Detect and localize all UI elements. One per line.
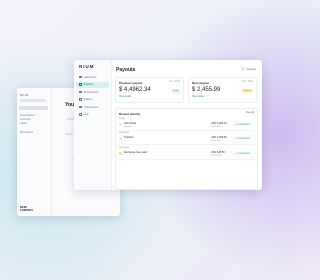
background-sidebar: NIUM Transactions Accounts Cards More It… (17, 88, 52, 216)
user-menu[interactable]: Account (240, 67, 256, 71)
grid-icon (79, 75, 82, 79)
activity-title: Recent activity (119, 112, 141, 116)
card-date: Jul 1, 2022 (168, 81, 180, 83)
sidebar-item-wallets[interactable]: Wallets (76, 97, 109, 103)
row-date: 06/24/2022 (211, 154, 222, 157)
sidebar-item-label: Payouts (83, 83, 93, 86)
row-status: ● Completed (236, 137, 250, 140)
next-payout-card: Next payout Jul 5, 2022 $ 2,455.99 Pendi… (188, 77, 257, 103)
activity-row[interactable]: Exchange fees paid USD 128.50 06/24/2022… (119, 150, 254, 160)
row-status: ● Completed (236, 123, 250, 126)
page-title: Payouts (116, 67, 136, 73)
sidebar-item-label: Beneficiaries (83, 90, 99, 94)
background-search-bar (20, 99, 46, 102)
card-title: Next payout (192, 81, 210, 85)
sidebar-item-label: Dashboard (83, 75, 97, 79)
background-selected-item (19, 106, 48, 110)
recent-activity-panel: Recent activity View all Today ACH Debit… (115, 108, 258, 190)
sidebar-nav: Dashboard Payouts Beneficiaries Wallets … (74, 74, 111, 119)
transaction-icon (119, 137, 122, 140)
sidebar-item-label: Wallets (83, 98, 93, 101)
wallet-icon (79, 98, 82, 101)
sidebar-item-transactions[interactable]: Transactions (76, 104, 109, 110)
background-nav-item: Accounts (20, 118, 31, 121)
nium-logo: NIUM (79, 64, 95, 69)
fee-icon (119, 152, 122, 155)
users-icon (79, 90, 82, 94)
status-badge: Paid (171, 89, 180, 93)
row-date: 06/30/2022 (211, 139, 222, 142)
row-name: Transfer (124, 136, 134, 139)
card-amount: $ 4,4962.34 (119, 87, 151, 93)
help-icon (79, 113, 82, 116)
card-amount: $ 2,455.99 (192, 87, 221, 93)
payouts-app-window: NIUM Dashboard Payouts Beneficiaries Wal… (74, 60, 262, 190)
row-name: Exchange fees paid (124, 151, 147, 154)
group-label: Last week (119, 147, 130, 149)
list-icon (79, 105, 82, 109)
activity-row[interactable]: Transfer USD 2,455.99 06/30/2022 ● Compl… (119, 135, 254, 145)
sidebar-item-label: Help (83, 113, 89, 116)
avatar (240, 67, 245, 71)
send-icon (79, 83, 82, 86)
sidebar-item-dashboard[interactable]: Dashboard (76, 74, 109, 80)
user-name: Account (246, 67, 256, 71)
card-title: Previous payout (119, 81, 143, 85)
sidebar-item-label: Transactions (83, 105, 99, 109)
row-subtitle: Pay-out (124, 125, 132, 128)
background-nav-item: Cards (20, 122, 27, 125)
background-placeholder (65, 133, 73, 135)
previous-payout-card: Previous payout Jul 1, 2022 $ 4,4962.34 … (115, 77, 184, 103)
view-all-link[interactable]: View all (246, 112, 254, 114)
transaction-icon (119, 123, 122, 126)
row-date: 07/01/2022 (211, 125, 222, 128)
background-footer-line: COMPANY (20, 209, 34, 212)
group-label: Today (119, 118, 126, 120)
view-details-link[interactable]: View details (192, 96, 204, 98)
main-content: Payouts Account Previous payout Jul 1, 2… (111, 60, 262, 190)
background-nav-item: Transactions (20, 114, 35, 117)
view-details-link[interactable]: View details (119, 96, 131, 98)
status-badge: Pending (240, 89, 253, 93)
sidebar-item-beneficiaries[interactable]: Beneficiaries (76, 89, 109, 95)
background-logo: NIUM (20, 93, 29, 97)
activity-row[interactable]: ACH Debit Pay-out USD 4,962.34 07/01/202… (119, 121, 254, 131)
card-date: Jul 5, 2022 (241, 81, 253, 83)
background-footer-logo: NIUM COMPANY (20, 206, 33, 212)
sidebar: NIUM Dashboard Payouts Beneficiaries Wal… (74, 60, 112, 190)
sidebar-item-help[interactable]: Help (76, 112, 109, 118)
sidebar-item-payouts[interactable]: Payouts (76, 81, 109, 88)
group-label: Yesterday (119, 132, 130, 134)
row-status: ● Completed (236, 152, 250, 155)
background-nav-item: More Items (20, 131, 33, 134)
